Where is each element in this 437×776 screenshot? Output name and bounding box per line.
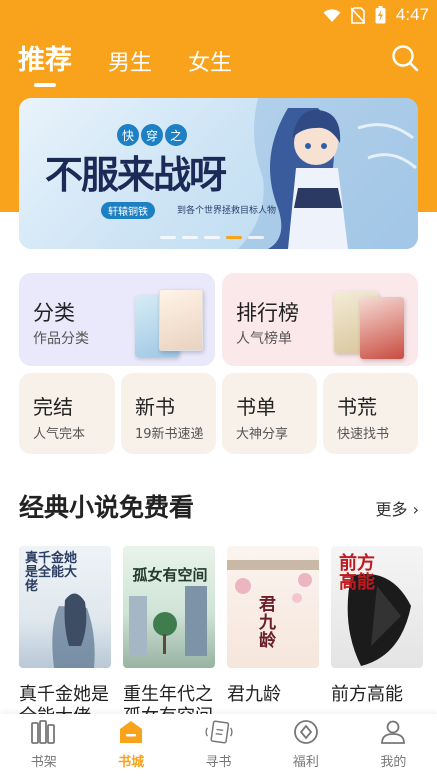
profile-icon: [378, 717, 408, 747]
nav-bookstore[interactable]: 书城: [87, 714, 174, 776]
nav-label: 我的: [380, 755, 407, 770]
cover-title: 君九龄: [259, 595, 276, 651]
completed-title: 完结: [33, 395, 73, 419]
book-thumbnail: [159, 289, 203, 351]
search-button[interactable]: [391, 44, 419, 72]
search-icon: [392, 45, 419, 72]
more-link[interactable]: 更多 ›: [376, 496, 420, 520]
tab-male[interactable]: 男生: [108, 45, 152, 87]
wifi-icon: [323, 8, 341, 23]
banner-tag-char: 穿: [141, 124, 163, 146]
banner-title: 不服来战呀: [45, 152, 227, 197]
ranking-title: 排行榜: [236, 301, 299, 325]
nav-find-book[interactable]: 寻书: [175, 714, 262, 776]
page-dot: [160, 236, 176, 239]
nav-welfare[interactable]: 福利: [262, 714, 349, 776]
bookshelf-icon: [29, 717, 59, 747]
page-dot: [204, 236, 220, 239]
nav-label: 书架: [30, 755, 57, 770]
cover-title: 孤女有空间: [132, 566, 208, 584]
booklist-card[interactable]: 书单 大神分享: [222, 373, 317, 454]
nav-label: 寻书: [205, 755, 232, 770]
ranking-card[interactable]: 排行榜 人气榜单: [222, 273, 418, 366]
no-sim-icon: [350, 6, 365, 24]
category-title: 分类: [33, 301, 75, 325]
promo-banner[interactable]: 快 穿 之 不服来战呀 轩辕铜铁 到各个世界拯救目标人物: [19, 98, 418, 249]
book-finder-title: 书荒: [337, 395, 377, 419]
banner-slogan: 到各个世界拯救目标人物: [177, 206, 277, 216]
new-books-title: 新书: [135, 395, 175, 419]
status-bar: 4:47: [0, 0, 437, 30]
book-list: 真千金她是全能大佬 真千金她是全能大佬 孤女有空间 重生年代之孤女有空间 君九龄: [19, 546, 429, 724]
banner-tag-char: 快: [117, 124, 139, 146]
tab-female[interactable]: 女生: [188, 45, 232, 87]
banner-tag-char: 之: [165, 124, 187, 146]
book-item[interactable]: 真千金她是全能大佬 真千金她是全能大佬: [19, 546, 111, 724]
category-card[interactable]: 分类 作品分类: [19, 273, 215, 366]
booklist-title: 书单: [236, 395, 276, 419]
book-finder-subtitle: 快速找书: [337, 427, 390, 442]
book-thumbnail: [360, 297, 404, 359]
nav-label: 福利: [292, 755, 319, 770]
banner-character-illustration: [238, 98, 418, 249]
book-cover: 真千金她是全能大佬: [19, 546, 111, 668]
banner-page-indicator: [160, 236, 264, 239]
page-dot: [248, 236, 264, 239]
book-item[interactable]: 君九龄 君九龄: [227, 546, 319, 724]
book-item[interactable]: 前方高能 前方高能: [331, 546, 423, 724]
cover-title: 前方高能: [339, 553, 375, 593]
book-cover: 君九龄: [227, 546, 319, 668]
nav-bookshelf[interactable]: 书架: [0, 714, 87, 776]
book-finder-card[interactable]: 书荒 快速找书: [323, 373, 418, 454]
bottom-nav: 书架 书城 寻书 福利 我的: [0, 714, 437, 776]
cover-title: 真千金她是全能大佬: [25, 551, 78, 594]
nav-profile[interactable]: 我的: [350, 714, 437, 776]
bookstore-icon: [116, 717, 146, 747]
book-cover: 前方高能: [331, 546, 423, 668]
find-book-icon: [204, 717, 234, 747]
book-cover: 孤女有空间: [123, 546, 215, 668]
new-books-subtitle: 19新书速递: [135, 427, 204, 442]
new-books-card[interactable]: 新书 19新书速递: [121, 373, 216, 454]
page-dot: [182, 236, 198, 239]
category-subtitle: 作品分类: [33, 331, 89, 347]
top-tabs: 推荐 男生 女生: [18, 38, 232, 87]
battery-charging-icon: [375, 6, 386, 24]
tab-recommend[interactable]: 推荐: [18, 38, 72, 87]
page-dot-active: [226, 236, 242, 239]
welfare-icon: [291, 717, 321, 747]
section-title: 经典小说免费看: [19, 493, 195, 522]
completed-subtitle: 人气完本: [33, 427, 86, 442]
banner-tag: 快 穿 之: [117, 124, 187, 146]
nav-label: 书城: [118, 755, 145, 770]
status-time: 4:47: [395, 5, 429, 24]
banner-author: 轩辕铜铁: [101, 202, 155, 219]
completed-card[interactable]: 完结 人气完本: [19, 373, 115, 454]
ranking-subtitle: 人气榜单: [236, 331, 292, 347]
booklist-subtitle: 大神分享: [236, 427, 289, 442]
book-item[interactable]: 孤女有空间 重生年代之孤女有空间: [123, 546, 215, 724]
